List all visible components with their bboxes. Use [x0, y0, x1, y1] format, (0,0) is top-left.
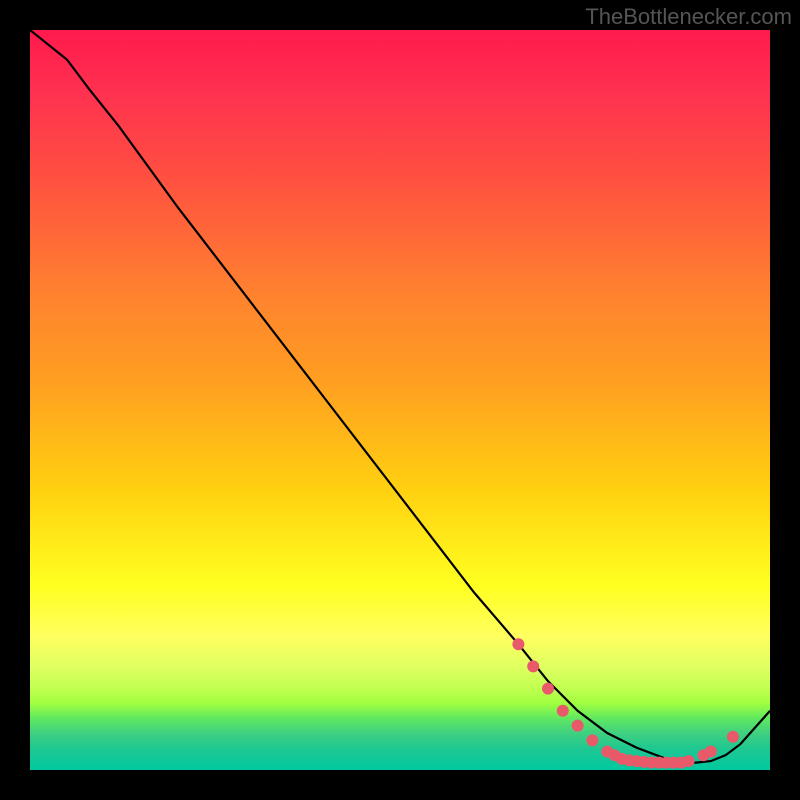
data-point — [572, 720, 584, 732]
data-point — [512, 638, 524, 650]
attribution-text: TheBottlenecker.com — [585, 4, 792, 30]
data-point — [557, 705, 569, 717]
data-point — [705, 746, 717, 758]
data-point — [542, 683, 554, 695]
data-point — [727, 731, 739, 743]
data-point — [527, 660, 539, 672]
chart-svg — [30, 30, 770, 770]
data-point — [586, 734, 598, 746]
data-points-group — [512, 638, 739, 768]
data-point — [683, 755, 695, 767]
chart-plot-area — [30, 30, 770, 770]
curve-line — [30, 30, 770, 763]
